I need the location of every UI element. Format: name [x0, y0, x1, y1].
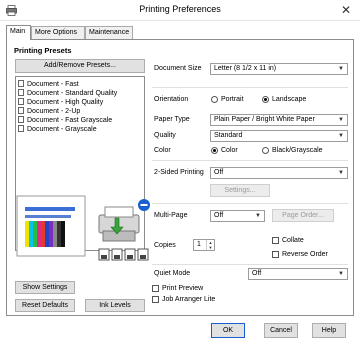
- document-size-select[interactable]: Letter (8 1/2 x 11 in) ▼: [210, 63, 348, 75]
- show-settings-button[interactable]: Show Settings: [15, 281, 75, 294]
- chevron-down-icon: ▼: [338, 66, 344, 72]
- ink-cartridges-icon: [98, 248, 149, 261]
- quiet-mode-label: Quiet Mode: [154, 270, 191, 277]
- landscape-label: Landscape: [272, 96, 307, 103]
- portrait-radio[interactable]: [211, 96, 218, 103]
- stepper-arrows-icon[interactable]: ▲ ▼: [206, 240, 214, 250]
- color-label: Color: [154, 147, 171, 154]
- cancel-button[interactable]: Cancel: [264, 323, 298, 338]
- black-grayscale-radio[interactable]: [262, 147, 269, 154]
- quality-select[interactable]: Standard ▼: [210, 130, 348, 142]
- chevron-down-icon: ▼: [338, 271, 344, 277]
- divider: [152, 203, 348, 204]
- reverse-order-label: Reverse Order: [282, 251, 328, 258]
- two-sided-settings-button[interactable]: Settings...: [210, 184, 270, 197]
- print-preview-illustration: [16, 195, 150, 261]
- quality-label: Quality: [154, 132, 176, 139]
- page-order-button[interactable]: Page Order...: [272, 209, 334, 222]
- paper-type-select[interactable]: Plain Paper / Bright White Paper ▼: [210, 114, 348, 126]
- copies-label: Copies: [154, 242, 176, 249]
- quiet-mode-select[interactable]: Off ▼: [248, 268, 348, 280]
- document-size-label: Document Size: [154, 65, 202, 72]
- divider: [152, 87, 348, 88]
- document-icon: [18, 80, 24, 87]
- black-grayscale-label: Black/Grayscale: [272, 147, 323, 154]
- tab-maintenance[interactable]: Maintenance: [85, 26, 133, 39]
- portrait-label: Portrait: [221, 96, 244, 103]
- landscape-radio[interactable]: [262, 96, 269, 103]
- help-button[interactable]: Help: [312, 323, 346, 338]
- list-item[interactable]: Document - Fast Grayscale: [18, 116, 112, 125]
- ok-button[interactable]: OK: [211, 323, 245, 338]
- collate-label: Collate: [282, 237, 304, 244]
- document-icon: [18, 89, 24, 96]
- divider: [152, 160, 348, 161]
- list-item[interactable]: Document - Grayscale: [18, 125, 97, 134]
- collate-checkbox[interactable]: [272, 237, 279, 244]
- ink-levels-button[interactable]: Ink Levels: [85, 299, 145, 312]
- close-icon[interactable]: ✕: [338, 2, 354, 18]
- print-preview-checkbox[interactable]: [152, 285, 159, 292]
- add-remove-presets-button[interactable]: Add/Remove Presets...: [15, 59, 145, 73]
- list-item[interactable]: Document - High Quality: [18, 98, 103, 107]
- job-arranger-checkbox[interactable]: [152, 296, 159, 303]
- two-sided-label: 2-Sided Printing: [154, 169, 204, 176]
- two-sided-select[interactable]: Off ▼: [210, 167, 348, 179]
- copies-stepper[interactable]: 1 ▲ ▼: [193, 239, 215, 251]
- document-icon: [18, 107, 24, 114]
- info-icon: [138, 199, 150, 211]
- title-bar: Printing Preferences ✕: [0, 0, 360, 21]
- chevron-down-icon: ▼: [338, 117, 344, 123]
- paper-type-label: Paper Type: [154, 116, 190, 123]
- document-icon: [18, 98, 24, 105]
- chevron-down-icon: ▼: [338, 170, 344, 176]
- chevron-down-icon: ▼: [338, 133, 344, 139]
- color-option-label: Color: [221, 147, 238, 154]
- job-arranger-label: Job Arranger Lite: [162, 296, 216, 303]
- document-icon: [18, 125, 24, 132]
- print-preview-label: Print Preview: [162, 285, 204, 292]
- document-icon: [18, 116, 24, 123]
- reset-defaults-button[interactable]: Reset Defaults: [15, 299, 75, 312]
- color-radio[interactable]: [211, 147, 218, 154]
- multipage-label: Multi-Page: [154, 212, 188, 219]
- reverse-order-checkbox[interactable]: [272, 251, 279, 258]
- list-item[interactable]: Document - Standard Quality: [18, 89, 117, 98]
- tab-main[interactable]: Main: [6, 25, 31, 40]
- paper-preview-icon: [16, 195, 86, 257]
- list-item[interactable]: Document - 2-Up: [18, 107, 80, 116]
- presets-header: Printing Presets: [14, 46, 72, 55]
- chevron-down-icon: ▼: [255, 213, 261, 219]
- tab-more-options[interactable]: More Options: [31, 26, 85, 39]
- orientation-label: Orientation: [154, 96, 189, 103]
- printer-icon: [98, 206, 140, 242]
- multipage-select[interactable]: Off ▼: [210, 210, 265, 222]
- divider: [152, 264, 348, 265]
- list-item[interactable]: Document - Fast: [18, 80, 79, 89]
- window-title: Printing Preferences: [139, 4, 221, 14]
